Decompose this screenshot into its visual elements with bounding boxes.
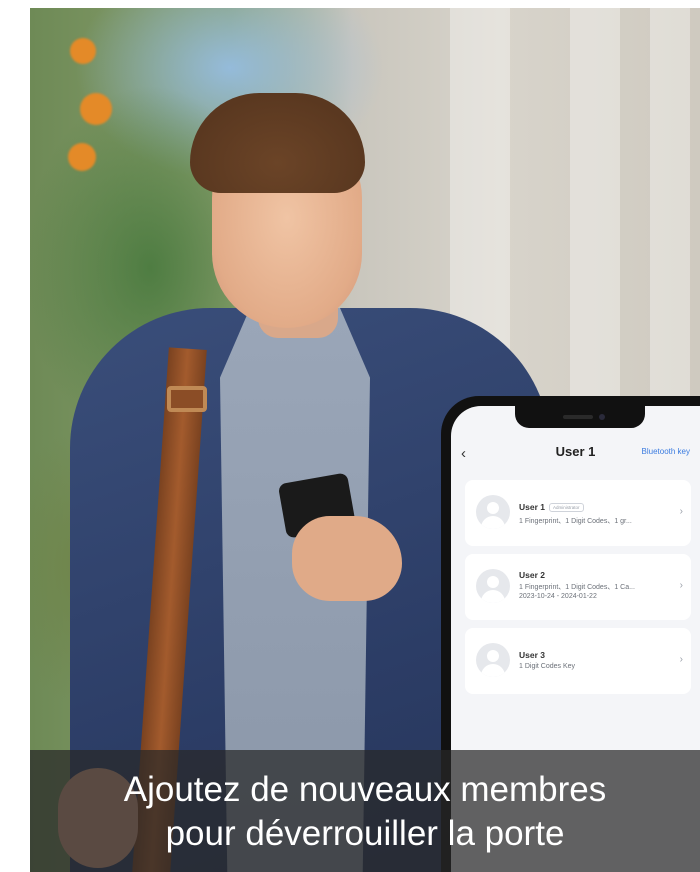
- caption-line-2: pour déverrouiller la porte: [165, 814, 565, 853]
- user-credentials: 1 Fingerprint、1 Digit Codes、1 gr...: [519, 518, 632, 525]
- caption-line-1: Ajoutez de nouveaux membres: [123, 770, 607, 809]
- chevron-right-icon: ›: [679, 580, 683, 591]
- user-name: User 2: [519, 570, 545, 580]
- user-credentials: 1 Fingerprint、1 Digit Codes、1 Ca...: [519, 584, 635, 591]
- user-credentials: 1 Digit Codes Key: [519, 663, 576, 670]
- user-name: User 1 Administrator: [519, 502, 584, 513]
- user-list-item[interactable]: User 2 1 Fingerprint、1 Digit Codes、1 Ca.…: [465, 554, 691, 620]
- user-name: User 3: [519, 650, 545, 660]
- user-list-item[interactable]: User 1 Administrator 1 Fingerprint、1 Digi…: [465, 480, 691, 546]
- app-header: ‹ User 1 Bluetooth key: [451, 440, 700, 468]
- caption-overlay: Ajoutez de nouveaux membres pour déverro…: [30, 750, 700, 872]
- user-list-item[interactable]: User 3 1 Digit Codes Key ›: [465, 628, 691, 694]
- chevron-right-icon: ›: [679, 506, 683, 517]
- phone-notch: [515, 406, 645, 428]
- avatar: [476, 569, 510, 603]
- caption-text: Ajoutez de nouveaux membres pour déverro…: [30, 768, 700, 856]
- user-validity: 2023-10-24 - 2024-01-22: [519, 593, 597, 600]
- bluetooth-key-link[interactable]: Bluetooth key: [642, 447, 690, 456]
- avatar: [476, 495, 510, 529]
- role-badge: Administrator: [549, 503, 584, 513]
- avatar: [476, 643, 510, 677]
- chevron-right-icon: ›: [679, 654, 683, 665]
